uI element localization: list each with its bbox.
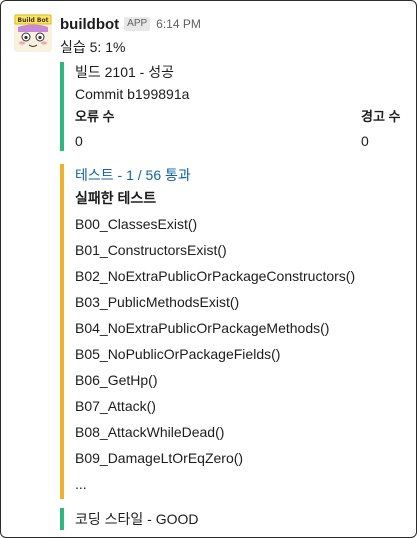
app-badge: APP <box>124 17 151 31</box>
build-attachment: 빌드 2101 - 성공 Commit b199891a 오류 수 0 경고 수… <box>60 62 408 151</box>
failed-tests-heading: 실패한 테스트 <box>75 190 157 206</box>
tests-title[interactable]: 테스트 - 1 / 56 통과 <box>75 166 408 184</box>
field-warnings: 경고 수 0 <box>361 108 401 150</box>
style-attachment: 코딩 스타일 - GOOD <box>60 508 408 530</box>
message-timestamp[interactable]: 6:14 PM <box>156 17 201 31</box>
build-commit: Commit b199891a <box>75 86 190 102</box>
bot-face-icon: Build Bot <box>14 14 52 52</box>
field-errors-title: 오류 수 <box>75 109 115 124</box>
test-item: B00_ClassesExist() <box>75 216 198 232</box>
build-fields: 오류 수 0 경고 수 0 <box>75 108 415 150</box>
avatar-label: Build Bot <box>18 17 49 24</box>
message-text: 실습 5: 1% <box>60 39 126 55</box>
bot-username[interactable]: buildbot <box>60 16 119 33</box>
test-item: B01_ConstructorsExist() <box>75 242 227 258</box>
test-item: B06_GetHp() <box>75 372 158 388</box>
message-header: buildbot APP 6:14 PM <box>60 14 201 34</box>
slack-message: Build Bot buildbot APP 6:14 PM 실습 5: 1% … <box>0 0 417 538</box>
test-item: B05_NoPublicOrPackageFields() <box>75 346 281 362</box>
style-text: 코딩 스타일 - GOOD <box>75 511 199 527</box>
test-item: B03_PublicMethodsExist() <box>75 294 240 310</box>
bot-avatar[interactable]: Build Bot <box>14 14 52 52</box>
field-errors: 오류 수 0 <box>75 108 115 150</box>
field-warnings-value: 0 <box>361 133 369 149</box>
build-title: 빌드 2101 - 성공 <box>75 64 174 80</box>
tests-attachment: 테스트 - 1 / 56 통과 실패한 테스트 B00_ClassesExist… <box>60 164 408 499</box>
test-item-ellipsis: ... <box>75 476 87 492</box>
test-item: B09_DamageLtOrEqZero() <box>75 450 244 466</box>
test-item: B08_AttackWhileDead() <box>75 424 225 440</box>
test-item: B04_NoExtraPublicOrPackageMethods() <box>75 320 330 336</box>
field-warnings-title: 경고 수 <box>361 109 401 124</box>
test-item: B07_Attack() <box>75 398 156 414</box>
field-errors-value: 0 <box>75 133 83 149</box>
test-item: B02_NoExtraPublicOrPackageConstructors() <box>75 268 356 284</box>
